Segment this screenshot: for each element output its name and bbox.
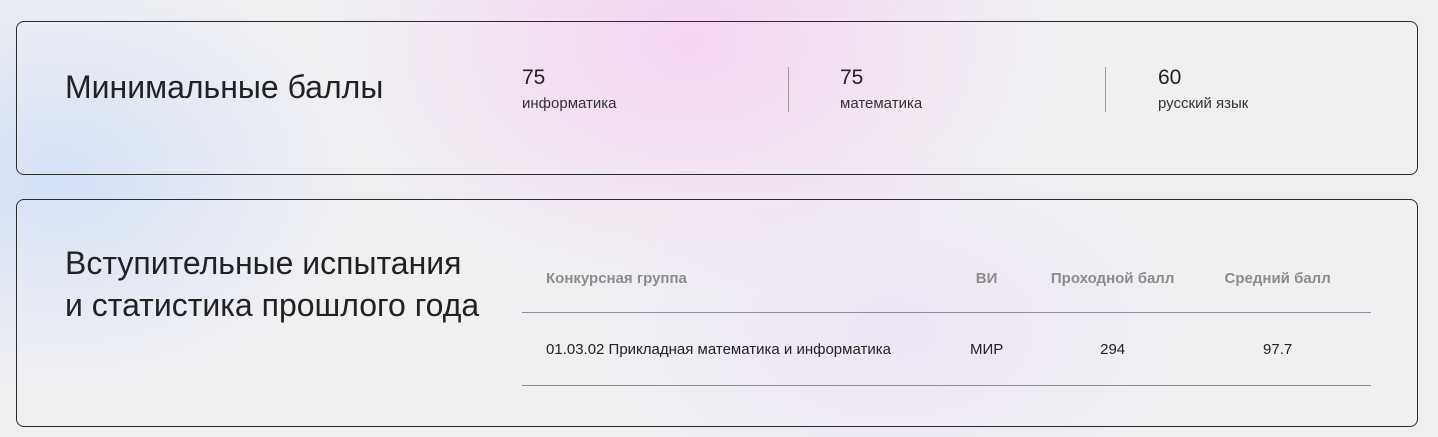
table-row: 01.03.02 Прикладная математика и информа… [522,312,1371,386]
cell-vi: МИР [932,312,1041,386]
score-divider [788,67,789,112]
score-value: 75 [522,66,546,89]
column-header-average-score: Средний балл [1184,244,1371,313]
score-value: 75 [840,66,864,89]
entrance-exams-title-line2: и статистика прошлого года [65,287,480,323]
score-value: 60 [1158,66,1182,89]
minimum-scores-card: Минимальные баллы 75 информатика 75 мате… [16,21,1418,175]
entrance-exams-title-line1: Вступительные испытания [65,245,462,281]
score-informatics: 75 информатика [522,65,762,114]
score-mathematics: 75 математика [840,65,1080,114]
entrance-stats-table: Конкурсная группа ВИ Проходной балл Сред… [522,244,1371,386]
cell-average-score: 97.7 [1184,312,1371,386]
column-header-vi: ВИ [932,244,1041,313]
column-header-group: Конкурсная группа [522,244,933,313]
table-header-row: Конкурсная группа ВИ Проходной балл Сред… [522,244,1371,313]
score-subject: математика [840,95,923,112]
score-subject: русский язык [1158,95,1249,112]
cell-passing-score: 294 [1040,312,1185,386]
score-russian: 60 русский язык [1158,65,1398,114]
cell-group: 01.03.02 Прикладная математика и информа… [522,312,933,386]
column-header-passing-score: Проходной балл [1040,244,1185,313]
score-divider [1105,67,1106,112]
minimum-scores-title: Минимальные баллы [65,69,384,105]
score-subject: информатика [522,95,617,112]
entrance-exams-card: Вступительные испытания и статистика про… [16,199,1418,427]
entrance-exams-title: Вступительные испытания и статистика про… [65,242,479,326]
